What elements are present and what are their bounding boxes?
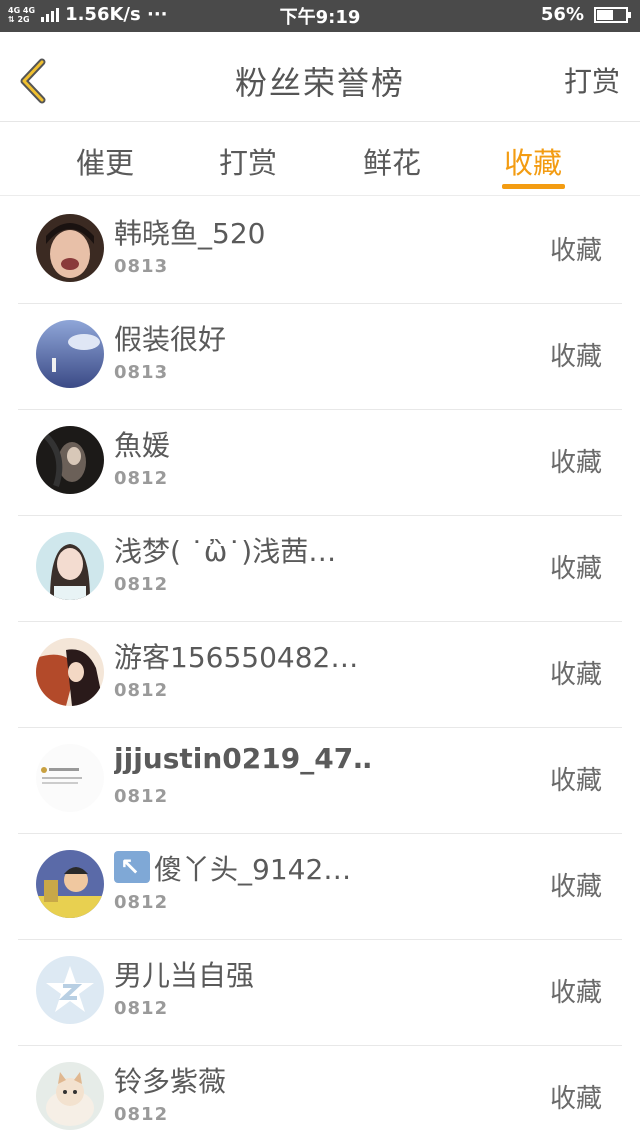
fan-date: 0813 <box>114 362 169 383</box>
fan-action-label: 收藏 <box>549 236 602 266</box>
fan-date: 0812 <box>114 1104 169 1125</box>
fan-date: 0812 <box>114 574 169 595</box>
fan-date: 0812 <box>114 680 169 701</box>
list-item[interactable]: 傻丫头_9142… 0812 收藏 <box>0 834 640 940</box>
list-item[interactable]: 铃多紫薇 0812 收藏 <box>0 1046 640 1138</box>
fan-name: 铃多紫薇 <box>114 1065 227 1098</box>
avatar[interactable] <box>36 214 104 282</box>
avatar[interactable] <box>36 1062 104 1130</box>
avatar[interactable] <box>36 850 104 918</box>
status-bar: 4G 4G ⇅ 2G 1.56K/s ··· 下午9:19 56% <box>0 0 640 32</box>
page-title: 粉丝荣誉榜 <box>234 64 405 102</box>
avatar[interactable] <box>36 532 104 600</box>
tab-bar: 催更 打赏 鲜花 收藏 <box>0 122 640 196</box>
status-right: 56% <box>540 4 631 25</box>
fan-action-label: 收藏 <box>549 1084 602 1114</box>
avatar-cat-icon <box>36 1062 104 1130</box>
tab-urge[interactable]: 催更 <box>50 140 160 182</box>
fan-date: 0812 <box>114 892 169 913</box>
fan-action-label: 收藏 <box>549 660 602 690</box>
tab-favorites[interactable]: 收藏 <box>478 140 588 182</box>
list-item[interactable]: 游客156550482… 0812 收藏 <box>0 622 640 728</box>
fan-name: 浅梦( ˙ὢ˙)浅茜… <box>114 535 337 568</box>
avatar-document-icon <box>36 744 104 812</box>
fan-name-text: 傻丫头_9142… <box>154 853 352 886</box>
default-star-avatar-icon <box>36 956 104 1024</box>
avatar[interactable] <box>36 956 104 1024</box>
fan-action-label: 收藏 <box>549 766 602 796</box>
battery-icon <box>594 6 631 23</box>
fan-name: jjjustin0219_47… <box>114 742 374 775</box>
arrow-up-left-icon <box>114 851 150 883</box>
fan-date: 0813 <box>114 256 169 277</box>
reward-button[interactable]: 打赏 <box>564 60 620 100</box>
fan-action-label: 收藏 <box>549 554 602 584</box>
avatar[interactable] <box>36 426 104 494</box>
fan-date: 0812 <box>114 786 169 807</box>
fan-name: 傻丫头_9142… <box>114 848 351 888</box>
fan-name: 假装很好 <box>114 323 227 356</box>
fan-action-label: 收藏 <box>549 448 602 478</box>
fan-name: 魚媛 <box>114 429 171 462</box>
list-item[interactable]: 魚媛 0812 收藏 <box>0 410 640 516</box>
fan-name: 游客156550482… <box>114 641 359 674</box>
fan-name: 男儿当自强 <box>114 959 255 992</box>
list-item[interactable]: jjjustin0219_47… 0812 收藏 <box>0 728 640 834</box>
list-item[interactable]: 男儿当自强 0812 收藏 <box>0 940 640 1046</box>
list-item[interactable]: 韩晓鱼_520 0813 收藏 <box>0 198 640 304</box>
avatar-photo-girl-icon <box>36 532 104 600</box>
avatar-photo-dark-icon <box>36 426 104 494</box>
list-item[interactable]: 浅梦( ˙ὢ˙)浅茜… 0812 收藏 <box>0 516 640 622</box>
fan-date: 0812 <box>114 998 169 1019</box>
active-tab-indicator <box>502 184 565 189</box>
fan-action-label: 收藏 <box>549 872 602 902</box>
battery-percent: 56% <box>540 4 584 25</box>
tab-reward[interactable]: 打赏 <box>193 140 303 182</box>
fan-name: 韩晓鱼_520 <box>114 217 266 250</box>
fan-action-label: 收藏 <box>549 342 602 372</box>
avatar[interactable] <box>36 744 104 812</box>
list-item[interactable]: 假装很好 0813 收藏 <box>0 304 640 410</box>
app-header: 粉丝荣誉榜 打赏 <box>0 32 640 122</box>
avatar-cartoon-icon <box>36 850 104 918</box>
fan-date: 0812 <box>114 468 169 489</box>
avatar-anime-icon <box>36 638 104 706</box>
avatar-photo-boy-icon <box>36 214 104 282</box>
avatar[interactable] <box>36 638 104 706</box>
avatar-photo-sky-icon <box>36 320 104 388</box>
avatar[interactable] <box>36 320 104 388</box>
tab-flowers[interactable]: 鲜花 <box>337 140 447 182</box>
fan-action-label: 收藏 <box>549 978 602 1008</box>
fan-list: 韩晓鱼_520 0813 收藏 假装很好 0813 收藏 魚媛 0812 收藏 … <box>0 198 640 1138</box>
